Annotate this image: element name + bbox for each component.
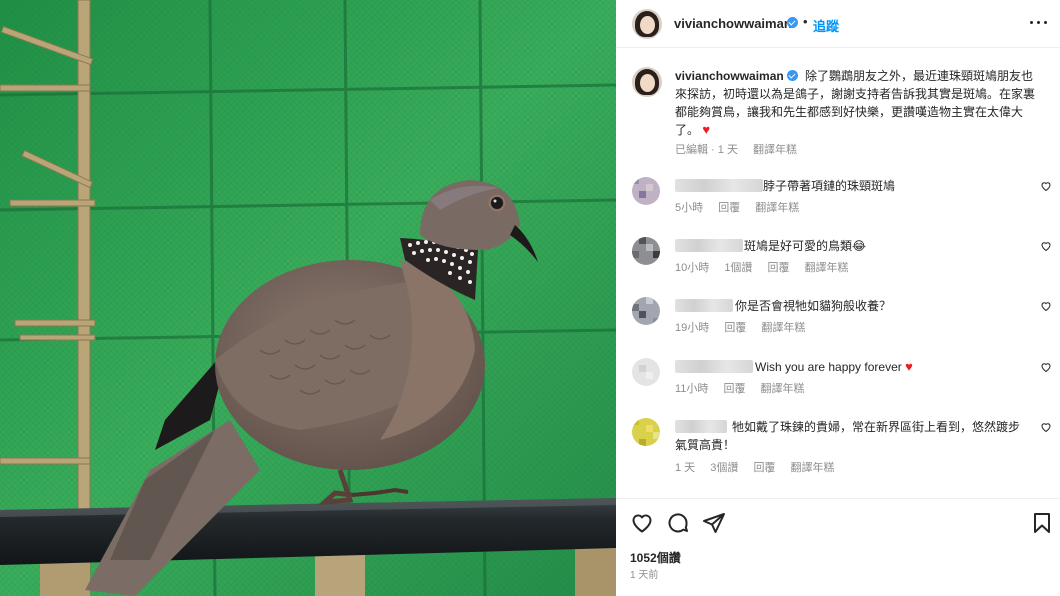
post-detail-panel: vivianchowwaiman • 追蹤 vivianchowwaiman 除… [616, 0, 1060, 596]
avatar[interactable] [632, 9, 662, 39]
comment-text: 脖子帶著項鏈的珠頸斑鳩 [763, 179, 896, 193]
commenter-avatar[interactable] [632, 418, 660, 446]
bookmark-icon[interactable] [1030, 511, 1054, 535]
comment-bubble-icon[interactable] [666, 511, 690, 535]
comment-time: 10小時 [675, 262, 710, 274]
commenter-name-blurred[interactable] [675, 179, 763, 192]
heart-icon[interactable] [630, 511, 654, 535]
comment-meta: 5小時 回覆 翻譯年糕 [675, 199, 811, 215]
more-dots-icon[interactable] [1028, 12, 1050, 32]
post-header: vivianchowwaiman • 追蹤 [616, 0, 1060, 48]
reply-button[interactable]: 回覆 [724, 322, 746, 334]
comment-text: 你是否會視牠如貓狗般收養？ [735, 299, 892, 313]
translate-button[interactable]: 翻譯年糕 [761, 322, 805, 334]
commenter-avatar[interactable] [632, 297, 660, 325]
reply-button[interactable]: 回覆 [718, 202, 740, 214]
comment-text: 斑鳩是好可愛的鳥類😂 [744, 239, 867, 253]
commenter-name-blurred[interactable] [675, 299, 733, 312]
caption-meta: 已編輯 · 1 天 翻譯年糕 [675, 141, 809, 157]
separator-dot: • [803, 14, 808, 29]
translate-button[interactable]: 翻譯年糕 [755, 202, 799, 214]
translate-button[interactable]: 翻譯年糕 [753, 144, 797, 156]
commenter-name-blurred[interactable] [675, 360, 753, 373]
heart-emoji-icon: ♥ [702, 122, 711, 137]
comment-time: 19小時 [675, 322, 710, 334]
comment-item: 脖子帶著項鏈的珠頸斑鳩 5小時 回覆 翻譯年糕 [616, 177, 1060, 237]
comment-text-body: Wish you are happy forever [755, 360, 902, 374]
commenter-avatar[interactable] [632, 237, 660, 265]
comment-text: 牠如戴了珠鍊的貴婦，常在新界區街上看到，悠然踱步氣質高貴！ [675, 420, 1021, 452]
comment-likes[interactable]: 1個讚 [724, 262, 752, 274]
heart-icon[interactable] [1040, 421, 1052, 433]
post-time[interactable]: 1 天前 [630, 566, 658, 581]
commenter-avatar[interactable] [632, 358, 660, 386]
heart-icon[interactable] [1040, 240, 1052, 252]
follow-button[interactable]: 追蹤 [813, 16, 839, 35]
commenter-avatar[interactable] [632, 177, 660, 205]
comment-item: 牠如戴了珠鍊的貴婦，常在新界區街上看到，悠然踱步氣質高貴！ 1 天 3個讚 回覆… [616, 418, 1060, 478]
caption-username[interactable]: vivianchowwaiman [675, 69, 784, 83]
comment-meta: 11小時 回覆 翻譯年糕 [675, 380, 817, 396]
commenter-name-blurred[interactable] [675, 239, 743, 252]
spotted-dove-photo [0, 0, 616, 596]
translate-button[interactable]: 翻譯年糕 [761, 383, 805, 395]
reply-button[interactable]: 回覆 [723, 383, 745, 395]
comment-item: Wish you are happy forever ♥ 11小時 回覆 翻譯年… [616, 358, 1060, 418]
translate-button[interactable]: 翻譯年糕 [791, 462, 835, 474]
heart-icon[interactable] [1040, 180, 1052, 192]
comment-time: 1 天 [675, 462, 696, 474]
comment-likes[interactable]: 3個讚 [710, 462, 738, 474]
edited-label: 已編輯 · 1 天 [675, 144, 738, 156]
header-username[interactable]: vivianchowwaiman [674, 16, 792, 31]
heart-icon[interactable] [1040, 361, 1052, 373]
comment-meta: 1 天 3個讚 回覆 翻譯年糕 [675, 459, 847, 475]
comment-time: 11小時 [675, 383, 709, 395]
reply-button[interactable]: 回覆 [753, 462, 775, 474]
comment-meta: 10小時 1個讚 回覆 翻譯年糕 [675, 259, 861, 275]
paper-plane-icon[interactable] [702, 511, 726, 535]
likes-count[interactable]: 1052個讚 [630, 549, 681, 566]
translate-button[interactable]: 翻譯年糕 [805, 262, 849, 274]
comment-meta: 19小時 回覆 翻譯年糕 [675, 319, 817, 335]
action-bar: 1052個讚 1 天前 [616, 498, 1060, 596]
comment-time: 5小時 [675, 202, 704, 214]
verified-icon [786, 70, 798, 81]
comment-item: 斑鳩是好可愛的鳥類😂 10小時 1個讚 回覆 翻譯年糕 [616, 237, 1060, 297]
post-photo[interactable] [0, 0, 616, 596]
comment-text: Wish you are happy forever ♥ [755, 358, 913, 376]
comments-list[interactable]: vivianchowwaiman 除了鸚鵡朋友之外，最近連珠頸斑鳩朋友也來探訪，… [616, 49, 1060, 498]
avatar[interactable] [632, 67, 662, 97]
caption-text: vivianchowwaiman 除了鸚鵡朋友之外，最近連珠頸斑鳩朋友也來探訪，… [675, 67, 1035, 139]
verified-icon [787, 17, 798, 28]
reply-button[interactable]: 回覆 [768, 262, 790, 274]
heart-icon[interactable] [1040, 300, 1052, 312]
comment-item: 你是否會視牠如貓狗般收養？ 19小時 回覆 翻譯年糕 [616, 297, 1060, 357]
heart-emoji-icon: ♥ [905, 359, 913, 374]
